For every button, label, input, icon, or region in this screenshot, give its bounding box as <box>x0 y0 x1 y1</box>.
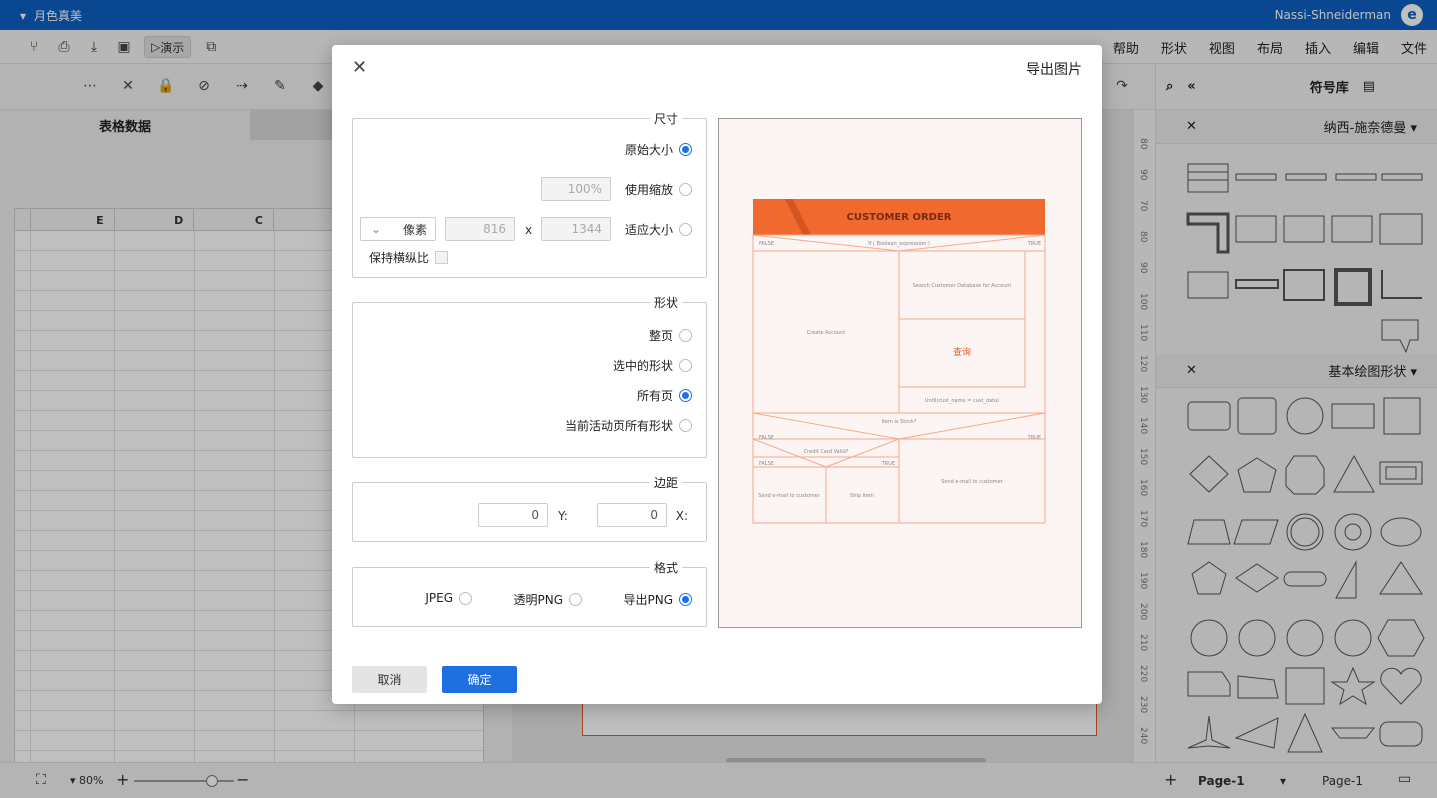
format-group: 格式 导出PNG 透明PNG JPEG <box>352 559 707 627</box>
margin-legend: 边距 <box>649 474 682 491</box>
unit-select[interactable]: ⌄ 像素 <box>360 217 436 241</box>
cancel-button[interactable]: 取消 <box>352 666 427 693</box>
size-group: 尺寸 原始大小 100% 使用缩放 ⌄ 像素 816 x 1344 适应大小 保持… <box>352 110 707 278</box>
format-option-transparent-png[interactable]: 透明PNG <box>513 591 582 608</box>
format-option-label: JPEG <box>425 591 453 605</box>
margin-group: 边距 X: 0 Y: 0 <box>352 474 707 542</box>
condition-text: If ( Boolean_expression ) <box>868 241 930 247</box>
format-legend: 格式 <box>649 559 682 576</box>
scale-input[interactable]: 100% <box>541 177 611 201</box>
format-option-label: 透明PNG <box>513 593 563 607</box>
shape-option-label: 选中的形状 <box>612 359 673 373</box>
dialog-title: 导出图片 <box>1026 62 1082 78</box>
ship-item-text: Ship Item <box>850 493 874 499</box>
create-account-text: Create Account <box>807 330 845 336</box>
shape-option-label: 所有页 <box>636 389 673 403</box>
stock-text: Item is Stock? <box>881 419 916 425</box>
chevron-down-icon: ⌄ <box>371 222 382 236</box>
credit-text: Credit Card Valid? <box>804 449 849 455</box>
format-option-png[interactable]: 导出PNG <box>623 591 692 608</box>
false-label-2: FALSE <box>759 435 774 441</box>
shape-radio[interactable] <box>679 359 692 372</box>
keep-ratio-label: 保持横纵比 <box>369 251 430 265</box>
shape-radio[interactable] <box>679 419 692 432</box>
shape-option-all-pages[interactable]: 所有页 <box>637 387 692 404</box>
shape-option-label: 整页 <box>648 329 673 343</box>
scale-option[interactable]: 使用缩放 <box>625 181 692 198</box>
size-x-separator: x <box>525 223 533 237</box>
true-label-3: TRUE <box>881 461 895 467</box>
size-legend: 尺寸 <box>649 110 682 127</box>
fit-size-radio[interactable] <box>679 223 692 236</box>
margin-y-input[interactable]: 0 <box>478 503 548 527</box>
preview-diagram: CUSTOMER ORDER If (Boolean_expression)… <box>752 199 1046 524</box>
search-text: Search Customer Database for Account <box>913 283 1012 289</box>
query-text: 查询 <box>953 346 971 358</box>
original-size-radio[interactable] <box>679 143 692 156</box>
height-input[interactable]: 816 <box>445 217 515 241</box>
keep-ratio-option[interactable]: 保持横纵比 <box>369 249 449 266</box>
margin-x-label: X: <box>675 509 688 523</box>
shape-option-selected[interactable]: 选中的形状 <box>613 357 692 374</box>
format-radio[interactable] <box>679 593 692 606</box>
close-icon[interactable]: ✕ <box>352 57 367 78</box>
margin-y-label: Y: <box>558 509 568 523</box>
shape-radio[interactable] <box>679 389 692 402</box>
unit-label: 像素 <box>402 222 427 237</box>
fit-size-option[interactable]: 适应大小 <box>625 221 692 238</box>
format-radio[interactable] <box>569 593 582 606</box>
send-email-text-2: Send e-mail to customer <box>941 479 1003 485</box>
width-input[interactable]: 1344 <box>541 217 611 241</box>
false-label: FALSE <box>759 241 774 247</box>
shape-legend: 形状 <box>649 294 682 311</box>
send-email-text-1: Send e-mail to customer <box>758 493 820 499</box>
order-header-text: CUSTOMER ORDER <box>847 212 952 223</box>
ok-button[interactable]: 确定 <box>442 666 517 693</box>
format-option-label: 导出PNG <box>623 593 673 607</box>
export-preview: CUSTOMER ORDER If (Boolean_expression)… <box>718 118 1082 628</box>
shape-option-page[interactable]: 整页 <box>649 327 692 344</box>
margin-x-input[interactable]: 0 <box>597 503 667 527</box>
original-size-label: 原始大小 <box>624 143 673 157</box>
true-label: TRUE <box>1027 241 1041 247</box>
fit-size-label: 适应大小 <box>624 223 673 237</box>
format-radio[interactable] <box>459 591 472 605</box>
scale-radio[interactable] <box>679 183 692 196</box>
shape-radio[interactable] <box>679 329 692 342</box>
export-image-dialog: ✕ 导出图片 尺寸 原始大小 100% 使用缩放 ⌄ 像素 816 x 1344 … <box>332 45 1102 704</box>
format-option-jpeg[interactable]: JPEG <box>425 591 472 605</box>
until-text: Until(cust_name = cust_data) <box>925 398 999 404</box>
scale-label: 使用缩放 <box>624 183 673 197</box>
shape-option-label: 当前活动页所有形状 <box>564 419 673 433</box>
shape-group: 形状 整页 选中的形状 所有页 当前活动页所有形状 <box>352 294 707 458</box>
false-label-3: FALSE <box>759 461 774 467</box>
original-size-option[interactable]: 原始大小 <box>625 141 692 158</box>
keep-ratio-checkbox[interactable] <box>435 251 449 264</box>
shape-option-current-page[interactable]: 当前活动页所有形状 <box>565 417 692 434</box>
true-label-2: TRUE <box>1027 435 1041 441</box>
